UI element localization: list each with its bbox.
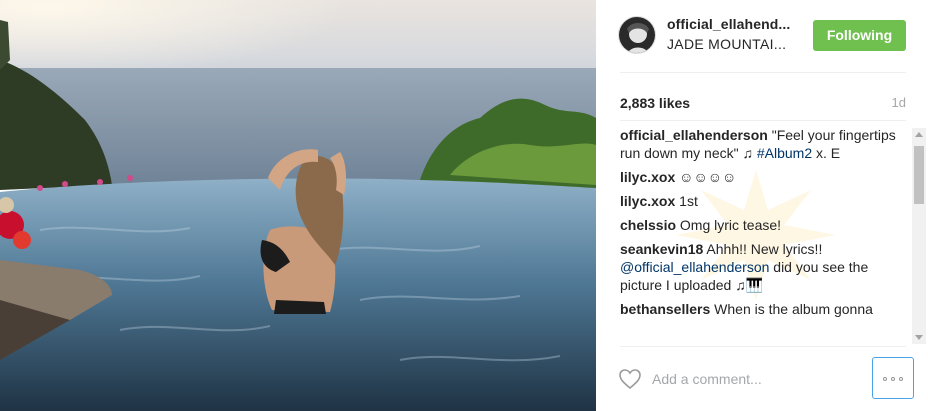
post-age[interactable]: 1d xyxy=(892,95,906,110)
scrollbar-thumb[interactable] xyxy=(914,146,924,204)
comment-composer xyxy=(596,346,928,411)
post-header: official_ellahend... JADE MOUNTAI... Fol… xyxy=(596,0,928,72)
header-divider xyxy=(620,72,906,73)
comment-text: Omg lyric tease! xyxy=(676,217,782,233)
comment-author[interactable]: chelssio xyxy=(620,217,676,233)
post-location[interactable]: JADE MOUNTAI... xyxy=(667,36,786,52)
avatar-image xyxy=(619,17,655,53)
comment-author[interactable]: lilyc.xox xyxy=(620,169,675,185)
comment-item: seankevin18 Ahhh!! New lyrics!! @officia… xyxy=(620,240,896,294)
comment-text: When is the album gonna xyxy=(710,301,873,317)
comment-item: official_ellahenderson "Feel your finger… xyxy=(620,126,896,162)
scroll-down-icon[interactable] xyxy=(912,330,926,344)
ellipsis-icon xyxy=(883,377,887,381)
post-username[interactable]: official_ellahend... xyxy=(667,16,790,32)
hashtag-link[interactable]: #Album2 xyxy=(757,145,812,161)
post-image xyxy=(0,0,596,411)
like-count[interactable]: 2,883 likes xyxy=(620,95,690,111)
heart-icon[interactable] xyxy=(618,368,642,390)
avatar[interactable] xyxy=(618,16,656,54)
comment-item: lilyc.xox ☺☺☺☺ xyxy=(620,168,896,186)
comment-author[interactable]: official_ellahenderson xyxy=(620,127,768,143)
ellipsis-icon xyxy=(891,377,895,381)
following-button[interactable]: Following xyxy=(813,20,906,51)
add-comment-input[interactable] xyxy=(652,368,862,390)
comments-scrollbar[interactable] xyxy=(912,128,926,344)
comment-author[interactable]: lilyc.xox xyxy=(620,193,675,209)
comment-item: lilyc.xox 1st xyxy=(620,192,896,210)
comment-text: ☺☺☺☺ xyxy=(675,169,737,185)
post-details-panel: official_ellahend... JADE MOUNTAI... Fol… xyxy=(596,0,928,411)
comment-text: Ahhh!! New lyrics!! xyxy=(703,241,823,257)
scroll-up-icon[interactable] xyxy=(912,128,926,142)
post-photo[interactable] xyxy=(0,0,596,411)
comment-text: 1st xyxy=(675,193,698,209)
more-options-button[interactable] xyxy=(872,357,914,399)
comment-list: official_ellahenderson "Feel your finger… xyxy=(620,126,896,346)
stats-divider xyxy=(620,120,906,121)
comment-item: bethansellers When is the album gonna xyxy=(620,300,896,318)
ellipsis-icon xyxy=(899,377,903,381)
comment-text-tail: x. E xyxy=(812,145,841,161)
comment-author[interactable]: seankevin18 xyxy=(620,241,703,257)
mention-link[interactable]: @official_ellahenderson xyxy=(620,259,769,275)
comment-item: chelssio Omg lyric tease! xyxy=(620,216,896,234)
comment-author[interactable]: bethansellers xyxy=(620,301,710,317)
